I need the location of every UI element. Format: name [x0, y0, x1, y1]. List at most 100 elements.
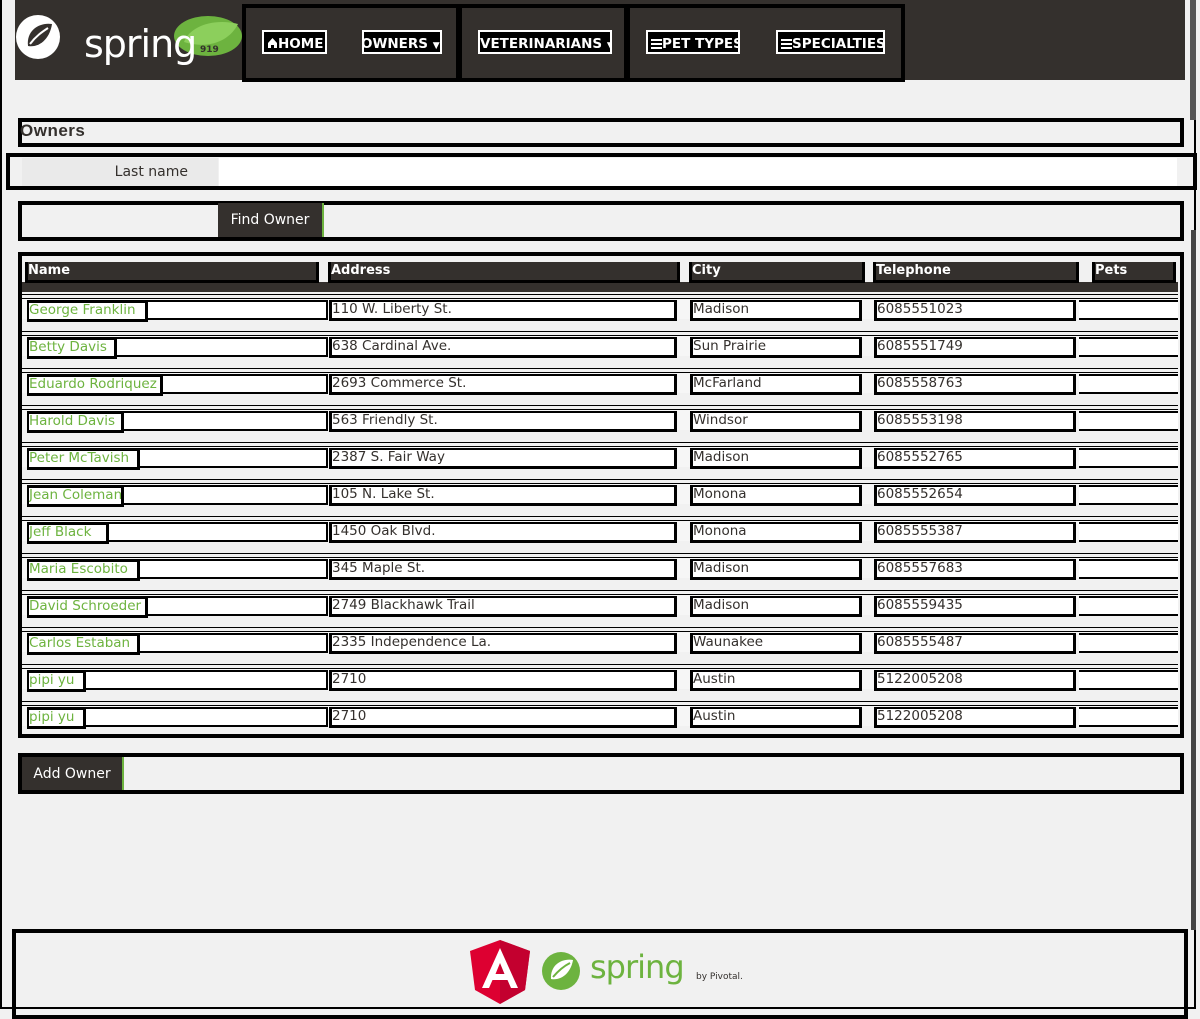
nav-veterinarians[interactable]: VETERINARIANS ▼: [478, 30, 612, 54]
footer-logos: spring by Pivotal.: [468, 940, 758, 1004]
pets-cell: [1079, 596, 1178, 616]
name-cell-fill: [124, 485, 328, 505]
owner-name-link[interactable]: Maria Escobito: [27, 559, 140, 581]
name-cell-fill: [85, 670, 328, 690]
owner-address: 638 Cardinal Ave.: [329, 337, 677, 358]
column-header-pets: Pets: [1092, 262, 1176, 283]
nav-home[interactable]: HOME: [262, 30, 327, 54]
row-divider: [22, 368, 1178, 369]
owner-telephone: 6085551023: [874, 300, 1076, 321]
column-header-city: City: [689, 262, 865, 283]
owner-city: Austin: [690, 707, 862, 728]
owner-city: McFarland: [690, 374, 862, 395]
owner-name-link[interactable]: pipi yu: [27, 707, 86, 729]
owner-name-link[interactable]: pipi yu: [27, 670, 86, 692]
title-box: [18, 118, 1184, 147]
scrollbar-thumb[interactable]: [1191, 230, 1196, 930]
pets-cell: [1079, 707, 1178, 727]
row-divider: [22, 405, 1178, 406]
name-cell-fill: [85, 707, 328, 727]
owner-name-link[interactable]: Carlos Estaban: [27, 633, 140, 655]
owner-address: 563 Friendly St.: [329, 411, 677, 432]
row-divider: [22, 557, 1178, 558]
home-icon: [267, 33, 278, 52]
column-header-telephone: Telephone: [873, 262, 1079, 283]
owner-name-link[interactable]: Jeff Black: [27, 522, 109, 544]
name-cell-fill: [162, 374, 328, 394]
owner-name-link[interactable]: Betty Davis: [27, 337, 117, 359]
angular-logo-icon: [470, 940, 530, 1004]
find-owner-row: [18, 201, 1184, 241]
owner-telephone: 6085555387: [874, 522, 1076, 543]
owner-telephone: 6085551749: [874, 337, 1076, 358]
column-header-address: Address: [328, 262, 680, 283]
nav-specialties[interactable]: SPECIALTIES: [776, 30, 885, 54]
pets-cell: [1079, 485, 1178, 505]
owner-city: Windsor: [690, 411, 862, 432]
owner-address: 2387 S. Fair Way: [329, 448, 677, 469]
owner-address: 2693 Commerce St.: [329, 374, 677, 395]
spring-logo[interactable]: 919 spring: [14, 12, 246, 66]
owner-city: Madison: [690, 448, 862, 469]
owner-address: 1450 Oak Blvd.: [329, 522, 677, 543]
owner-address: 2749 Blackhawk Trail: [329, 596, 677, 617]
name-cell-fill: [139, 633, 328, 653]
name-cell-fill: [116, 337, 328, 357]
owner-name-link[interactable]: Jean Coleman: [27, 485, 125, 507]
owner-telephone: 6085557683: [874, 559, 1076, 580]
nav-pet-types[interactable]: PET TYPES: [646, 30, 740, 54]
last-name-label: Last name: [22, 158, 218, 186]
owner-city: Monona: [690, 485, 862, 506]
owner-city: Madison: [690, 596, 862, 617]
footer-pivotal-text: by Pivotal.: [696, 972, 743, 982]
name-cell-fill: [147, 300, 328, 320]
name-cell-fill: [147, 596, 328, 616]
owner-name-link[interactable]: Harold Davis: [27, 411, 125, 433]
add-owner-row: [18, 753, 1184, 794]
page-title: Owners: [20, 121, 86, 140]
owner-name-link[interactable]: David Schroeder: [27, 596, 148, 618]
row-divider: [22, 594, 1178, 595]
row-divider: [22, 705, 1178, 706]
nav-owners[interactable]: OWNERS ▼: [362, 30, 442, 54]
owner-address: 345 Maple St.: [329, 559, 677, 580]
owner-city: Monona: [690, 522, 862, 543]
list-icon: [651, 33, 662, 52]
nav-owners-label: OWNERS: [362, 36, 429, 52]
owner-city: Austin: [690, 670, 862, 691]
owner-telephone: 5122005208: [874, 670, 1076, 691]
owner-telephone: 6085558763: [874, 374, 1076, 395]
find-owner-button[interactable]: Find Owner: [218, 203, 324, 237]
pets-cell: [1079, 559, 1178, 579]
row-divider: [22, 516, 1178, 517]
scrollbar-top[interactable]: [1190, 0, 1196, 120]
owner-city: Madison: [690, 300, 862, 321]
row-divider: [22, 331, 1178, 332]
row-divider: [22, 553, 1178, 554]
pets-cell: [1079, 448, 1178, 468]
name-cell-fill: [139, 559, 328, 579]
owner-name-link[interactable]: Peter McTavish: [27, 448, 140, 470]
owner-address: 2710: [329, 670, 677, 691]
pets-cell: [1079, 374, 1178, 394]
owner-telephone: 6085552765: [874, 448, 1076, 469]
row-divider: [22, 483, 1178, 484]
owner-name-link[interactable]: George Franklin: [27, 300, 148, 322]
row-divider: [22, 631, 1178, 632]
owner-address: 2710: [329, 707, 677, 728]
caret-down-icon: ▼: [607, 41, 610, 51]
list-icon: [781, 33, 792, 52]
pets-cell: [1079, 522, 1178, 542]
row-divider: [22, 409, 1178, 410]
owner-address: 105 N. Lake St.: [329, 485, 677, 506]
owner-address: 110 W. Liberty St.: [329, 300, 677, 321]
owner-name-link[interactable]: Eduardo Rodriquez: [27, 374, 163, 396]
brand-name: spring: [84, 22, 197, 66]
add-owner-button[interactable]: Add Owner: [22, 757, 124, 790]
owner-address: 2335 Independence La.: [329, 633, 677, 654]
pets-cell: [1079, 670, 1178, 690]
owner-city: Madison: [690, 559, 862, 580]
nav-specialties-label: SPECIALTIES: [792, 36, 885, 52]
row-divider: [22, 590, 1178, 591]
last-name-input[interactable]: [219, 158, 1177, 186]
